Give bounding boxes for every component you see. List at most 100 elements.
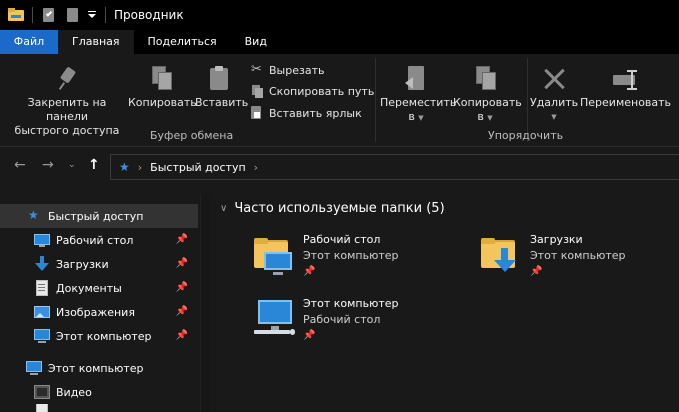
tab-home[interactable]: Главная — [58, 30, 134, 54]
copy-path-button[interactable]: Скопировать путь — [250, 82, 374, 100]
customize-toolbar-icon[interactable] — [87, 7, 97, 23]
forward-arrow-icon[interactable]: → — [42, 157, 54, 173]
nav-item-video[interactable]: Видео — [0, 380, 198, 404]
rename-button[interactable]: Переименовать — [580, 66, 671, 110]
copy-to-button[interactable]: Копировать в ▼ — [453, 66, 522, 125]
navigation-bar: ← → ⌄ ↑ ★ › Быстрый доступ › — [0, 146, 679, 186]
pinned-icon: 📌 — [175, 234, 188, 245]
content-pane: ∨ Часто используемые папки (5) Рабочий с… — [212, 194, 679, 412]
nav-item-label: Этот компьютер — [48, 361, 144, 375]
pinned-icon: 📌 — [303, 266, 316, 277]
tab-file[interactable]: Файл — [0, 30, 58, 54]
delete-label: Удалить — [530, 96, 579, 109]
new-folder-icon[interactable] — [65, 7, 81, 23]
paste-icon — [207, 66, 233, 92]
nav-item-downloads[interactable]: Загрузки 📌 — [0, 252, 198, 276]
tab-share[interactable]: Поделиться — [134, 30, 231, 54]
tile-name: Этот компьютер — [303, 297, 399, 310]
desktop-icon — [34, 232, 50, 248]
paste-shortcut-icon — [250, 106, 264, 120]
explorer-folder-icon[interactable] — [8, 7, 24, 23]
pinned-icon: 📌 — [175, 282, 188, 293]
quick-access-toolbar: Проводник — [0, 0, 184, 30]
move-to-button[interactable]: Переместить в ▼ — [380, 66, 457, 125]
paste-label: Вставить — [195, 96, 249, 109]
frequent-folders-title: Часто используемые папки (5) — [234, 201, 445, 216]
tile-location: Этот компьютер — [303, 249, 399, 262]
copy-path-label: Скопировать путь — [269, 84, 375, 98]
nav-item-this-pc[interactable]: Этот компьютер — [0, 356, 198, 380]
navigation-pane: ★ Быстрый доступ Рабочий стол 📌 Загрузки… — [0, 194, 200, 412]
nav-item-label: Видео — [56, 385, 92, 399]
tile-name: Рабочий стол — [303, 233, 381, 246]
copy-button[interactable]: Копировать — [128, 66, 197, 110]
downloads-folder-icon — [477, 232, 525, 280]
nav-item-label: Этот компьютер — [56, 329, 152, 343]
copy-to-label-line2: в ▼ — [453, 110, 517, 125]
dropdown-caret-icon: ▼ — [551, 113, 557, 121]
tile-name: Загрузки — [530, 233, 583, 246]
folder-tile-desktop[interactable]: Рабочий стол Этот компьютер 📌 — [250, 232, 399, 280]
ribbon: Закрепить на панели быстрого доступа Коп… — [0, 54, 679, 146]
scissors-icon: ✂ — [251, 62, 262, 77]
computer-icon — [26, 360, 42, 376]
desktop-folder-icon — [250, 232, 298, 280]
tab-view[interactable]: Вид — [231, 30, 281, 54]
breadcrumb-quick-access[interactable]: Быстрый доступ — [150, 161, 246, 174]
frequent-folders-header[interactable]: ∨ Часто используемые папки (5) — [220, 201, 445, 216]
ribbon-group-separator — [375, 58, 376, 142]
dropdown-caret-icon: ▼ — [487, 114, 493, 122]
copy-to-icon — [472, 66, 498, 92]
nav-item-quick-access[interactable]: ★ Быстрый доступ — [0, 204, 198, 228]
folder-tile-downloads[interactable]: Загрузки Этот компьютер 📌 — [477, 232, 626, 280]
move-to-icon — [403, 66, 429, 92]
title-bar: Проводник — [0, 0, 679, 30]
up-arrow-icon[interactable]: ↑ — [88, 157, 100, 173]
nav-item-label: Быстрый доступ — [48, 209, 144, 223]
back-arrow-icon[interactable]: ← — [14, 157, 26, 173]
properties-icon[interactable] — [41, 7, 57, 23]
nav-item-pictures[interactable]: Изображения 📌 — [0, 300, 198, 324]
pin-icon — [55, 66, 79, 92]
quick-access-star-icon: ★ — [119, 160, 130, 174]
nav-item-label: Документы — [56, 281, 122, 295]
nav-item-this-pc-pinned[interactable]: Этот компьютер 📌 — [0, 324, 198, 348]
documents-icon — [34, 404, 50, 412]
dropdown-caret-icon: ▼ — [418, 114, 424, 122]
pinned-icon: 📌 — [175, 306, 188, 317]
nav-item-partial[interactable] — [0, 404, 198, 412]
recent-locations-chevron-icon[interactable]: ⌄ — [68, 160, 76, 170]
pin-to-quick-access-button[interactable]: Закрепить на панели быстрого доступа — [6, 66, 128, 138]
address-bar[interactable]: ★ › Быстрый доступ › — [110, 154, 679, 180]
nav-item-desktop[interactable]: Рабочий стол 📌 — [0, 228, 198, 252]
copy-icon — [148, 66, 174, 92]
copy-label: Копировать — [128, 96, 197, 109]
video-icon — [34, 384, 50, 400]
toolbar-separator — [32, 7, 33, 23]
pin-label-line2: быстрого доступа — [14, 124, 120, 137]
navigation-pane-scrollbar[interactable] — [200, 194, 211, 412]
computer-icon — [34, 328, 50, 344]
nav-item-label: Загрузки — [56, 257, 109, 271]
paste-shortcut-label: Вставить ярлык — [269, 106, 362, 120]
tile-location: Рабочий стол — [303, 313, 381, 326]
clipboard-group-label: Буфер обмена — [150, 129, 234, 142]
paste-shortcut-button[interactable]: Вставить ярлык — [250, 104, 362, 122]
nav-item-documents[interactable]: Документы 📌 — [0, 276, 198, 300]
copy-path-icon — [250, 84, 264, 98]
move-to-label-line2: в ▼ — [380, 110, 452, 125]
delete-button[interactable]: Удалить ▼ — [530, 66, 578, 124]
breadcrumb-chevron-icon[interactable]: › — [138, 161, 142, 174]
cut-button[interactable]: ✂ Вырезать — [250, 61, 324, 79]
move-to-label-line1: Переместить — [380, 96, 457, 109]
nav-item-label: Рабочий стол — [56, 233, 134, 247]
paste-button[interactable]: Вставить — [195, 66, 249, 110]
tile-location: Этот компьютер — [530, 249, 626, 262]
pinned-icon: 📌 — [303, 330, 316, 341]
pinned-icon: 📌 — [530, 266, 543, 277]
collapse-chevron-icon[interactable]: ∨ — [220, 203, 227, 214]
nav-item-label: Изображения — [56, 305, 135, 319]
pinned-icon: 📌 — [175, 258, 188, 269]
breadcrumb-chevron-icon[interactable]: › — [254, 161, 258, 174]
folder-tile-this-pc[interactable]: Этот компьютер Рабочий стол 📌 — [250, 296, 399, 344]
